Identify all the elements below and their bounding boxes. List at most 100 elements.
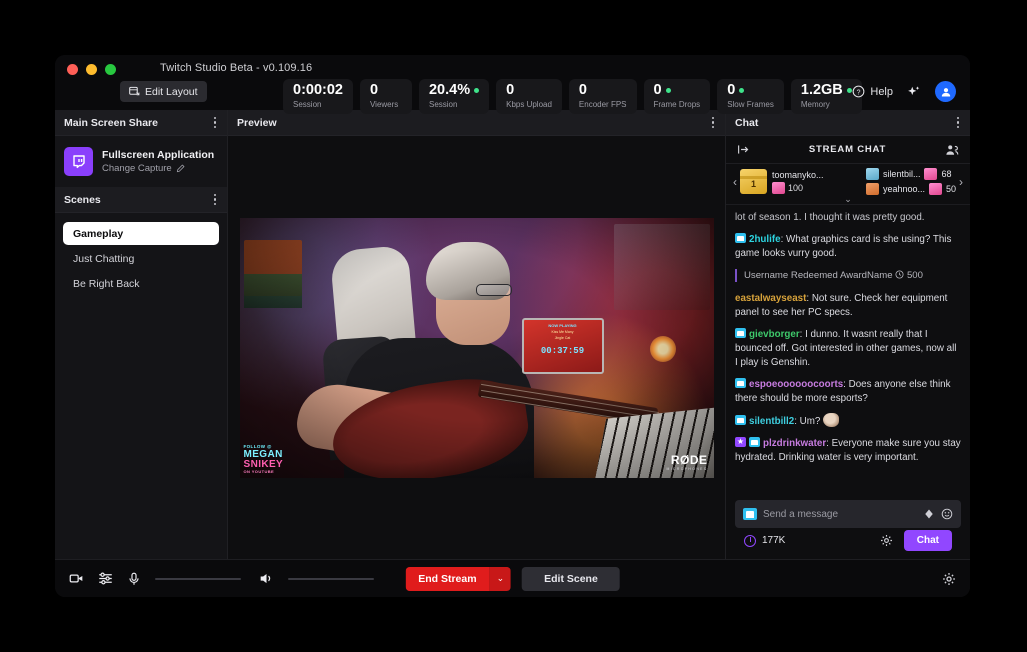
bottom-toolbar: End Stream ⌄ Edit Scene [55, 559, 970, 597]
prime-badge-icon [743, 508, 757, 520]
prime-badge-icon [735, 233, 746, 243]
gifters-prev-icon[interactable]: ‹ [730, 175, 740, 189]
star-badge-icon [735, 437, 746, 447]
camera-icon[interactable] [69, 571, 84, 586]
main-screen-share-header: Main Screen Share [55, 110, 227, 136]
pencil-icon [176, 164, 185, 173]
chat-message: eastalwayseast: Not sure. Check her equi… [735, 292, 961, 320]
community-icon[interactable] [945, 143, 959, 157]
follow-overlay-line4: ON YOUTUBE [244, 470, 284, 474]
stream-preview-video[interactable]: NOW PLAYING Kiss Me Many Jingle Cat 00:3… [240, 218, 714, 478]
window-controls[interactable] [55, 55, 116, 75]
gifters-expand-icon[interactable]: ⌄ [726, 194, 970, 205]
twitch-studio-window: Twitch Studio Beta - v0.109.16 Edit Layo… [55, 55, 970, 597]
chat-username[interactable]: gievborger [749, 329, 800, 340]
chat-username[interactable]: espoeoooooocoorts [749, 379, 843, 390]
close-window-button[interactable] [67, 64, 78, 75]
help-button[interactable]: ? Help [852, 85, 893, 98]
bits-icon[interactable] [923, 508, 935, 520]
points-icon [895, 270, 907, 281]
stat-value: 1.2GB [801, 83, 843, 98]
status-dot-icon [847, 88, 852, 93]
scenes-list: Gameplay Just Chatting Be Right Back [55, 213, 227, 304]
settings-gear-icon[interactable] [942, 572, 956, 586]
gifter-name: silentbil... [883, 169, 921, 179]
left-sidebar: Main Screen Share Fullscreen Application… [55, 110, 228, 559]
stat-viewers: 0 Viewers [360, 79, 412, 114]
gifter-row[interactable]: silentbil... 68 [866, 168, 956, 180]
follow-overlay: FOLLOW @ MEGAN SNIKEY ON YOUTUBE [244, 445, 284, 474]
chat-emote-icon [823, 413, 839, 427]
layout-icon [129, 86, 140, 97]
gifter-count-row: 100 [772, 182, 824, 194]
scene-label: Just Chatting [73, 253, 134, 265]
chat-input-placeholder: Send a message [763, 509, 917, 520]
redemption-text: Username Redeemed AwardName [744, 270, 893, 281]
scenes-menu-icon[interactable] [212, 192, 219, 208]
stat-session-time: 0:00:02 Session [283, 79, 353, 114]
scene-label: Be Right Back [73, 278, 140, 290]
scene-item-gameplay[interactable]: Gameplay [64, 223, 218, 244]
stream-chat-subheader: STREAM CHAT [726, 136, 970, 164]
help-circle-icon: ? [852, 85, 865, 98]
chat-message-list[interactable]: lot of season 1. I thought it was pretty… [726, 205, 970, 494]
chat-username[interactable]: 2hulife [749, 234, 781, 245]
maximize-window-button[interactable] [105, 64, 116, 75]
emote-picker-icon[interactable] [941, 508, 953, 520]
end-stream-button[interactable]: End Stream ⌄ [405, 567, 511, 591]
screen-share-menu-icon[interactable] [212, 115, 219, 131]
desktop-volume-slider[interactable] [288, 578, 374, 580]
gifter-rank: 1 [740, 169, 767, 194]
top-gifter[interactable]: 1 toomanyko... 100 [740, 169, 866, 194]
mic-volume-slider[interactable] [155, 578, 241, 580]
scenes-header: Scenes [55, 187, 227, 213]
stat-label: Encoder FPS [579, 100, 627, 109]
stat-label: Viewers [370, 100, 402, 109]
change-capture-button[interactable]: Change Capture [102, 163, 214, 174]
chat-username[interactable]: eastalwayseast [735, 293, 806, 304]
edit-layout-label: Edit Layout [145, 86, 198, 98]
speaker-icon[interactable] [259, 571, 274, 586]
chat-input[interactable]: Send a message [735, 500, 961, 528]
top-gifters-bar[interactable]: ‹ 1 toomanyko... 100 [726, 164, 970, 205]
stat-memory: 1.2GB Memory [791, 79, 862, 114]
chat-menu-icon[interactable] [955, 115, 962, 131]
preview-column: Preview NOW PLAYING [228, 110, 725, 559]
send-chat-button[interactable]: Chat [904, 530, 952, 551]
minimize-window-button[interactable] [86, 64, 97, 75]
stat-label: Kbps Upload [506, 100, 552, 109]
stat-value: 20.4% [429, 83, 470, 98]
gift-icon [924, 168, 937, 180]
bottom-right-controls [942, 572, 956, 586]
sparkle-icon[interactable] [907, 85, 921, 99]
status-dot-icon [474, 88, 479, 93]
chat-message: 2hulife: What graphics card is she using… [735, 233, 961, 261]
preview-area[interactable]: NOW PLAYING Kiss Me Many Jingle Cat 00:3… [228, 136, 725, 559]
capture-title: Fullscreen Application [102, 149, 214, 161]
capture-source-row[interactable]: Fullscreen Application Change Capture [55, 136, 227, 187]
microphone-icon[interactable] [127, 572, 141, 586]
stat-kbps-upload: 0 Kbps Upload [496, 79, 562, 114]
main-body: Main Screen Share Fullscreen Application… [55, 110, 970, 559]
preview-menu-icon[interactable] [710, 115, 717, 131]
end-stream-dropdown-icon[interactable]: ⌄ [490, 567, 512, 591]
chat-username[interactable]: silentbill2 [749, 416, 794, 427]
audio-mixer-icon[interactable] [98, 571, 113, 586]
chat-message: lot of season 1. I thought it was pretty… [735, 211, 961, 225]
end-stream-label: End Stream [405, 567, 489, 591]
video-vignette [240, 218, 714, 478]
stat-encoder-fps: 0 Encoder FPS [569, 79, 637, 114]
chat-message: silentbill2: Um? [735, 413, 961, 429]
chat-username[interactable]: plzdrinkwater [763, 438, 826, 449]
scene-item-just-chatting[interactable]: Just Chatting [64, 248, 218, 269]
edit-layout-button[interactable]: Edit Layout [120, 81, 207, 102]
edit-scene-button[interactable]: Edit Scene [522, 567, 620, 591]
channel-points[interactable]: 177K [744, 535, 785, 547]
collapse-chat-icon[interactable] [737, 143, 750, 156]
gifters-next-icon[interactable]: › [956, 175, 966, 189]
bottom-left-controls [55, 571, 374, 586]
scene-item-be-right-back[interactable]: Be Right Back [64, 273, 218, 294]
chat-settings-icon[interactable] [880, 534, 893, 547]
avatar[interactable] [935, 81, 956, 102]
chat-message: espoeoooooocoorts: Does anyone else thin… [735, 378, 961, 406]
